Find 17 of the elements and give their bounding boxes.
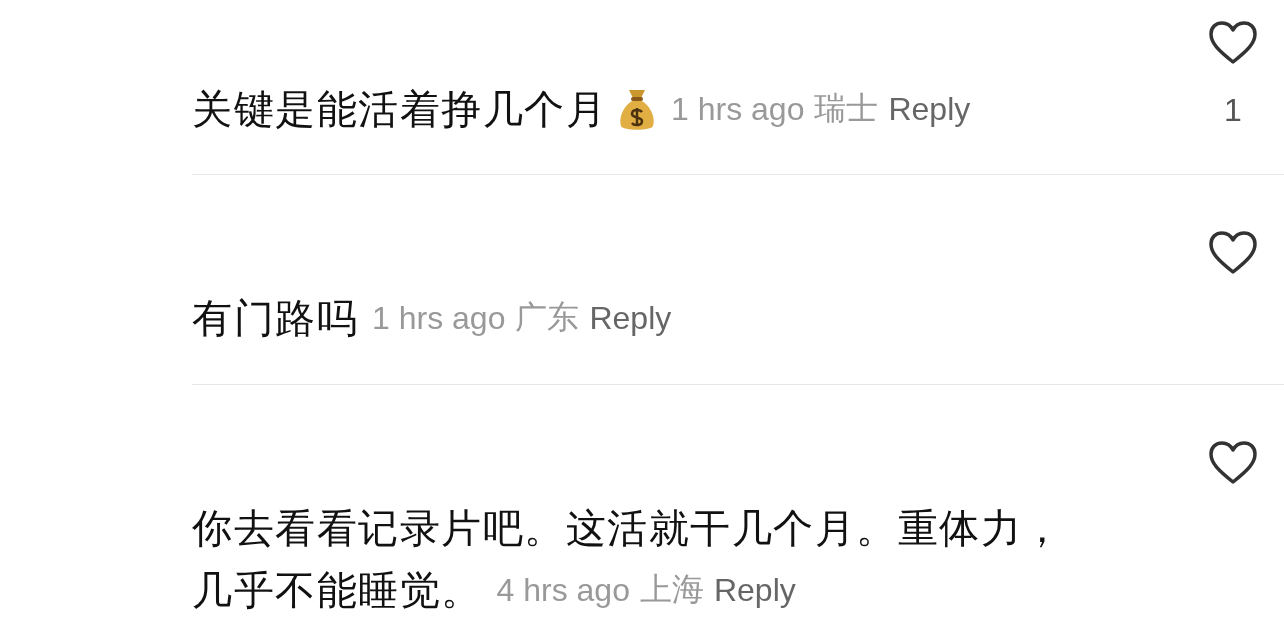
comment-text: 几乎不能睡觉。 [192, 566, 483, 614]
comment-text: 关键是能活着挣几个月 [192, 85, 607, 133]
like-count: 1 [1224, 92, 1242, 129]
location: 广东 [515, 298, 580, 337]
timestamp: 1 hrs ago [372, 299, 506, 337]
heart-icon[interactable] [1208, 440, 1258, 486]
comment-text: 你去看看记录片吧。这活就干几个月。重体力， [192, 505, 1065, 552]
comment-text: 有门路吗 [192, 294, 358, 342]
location: 上海 [639, 570, 704, 609]
timestamp: 1 hrs ago [671, 90, 805, 128]
timestamp: 4 hrs ago [496, 571, 630, 609]
heart-icon[interactable] [1208, 20, 1258, 66]
heart-icon[interactable] [1208, 230, 1258, 276]
reply-link[interactable]: Reply [713, 571, 796, 609]
location: 瑞士 [814, 89, 879, 128]
reply-link[interactable]: Reply [589, 299, 672, 337]
reply-link[interactable]: Reply [888, 90, 971, 128]
